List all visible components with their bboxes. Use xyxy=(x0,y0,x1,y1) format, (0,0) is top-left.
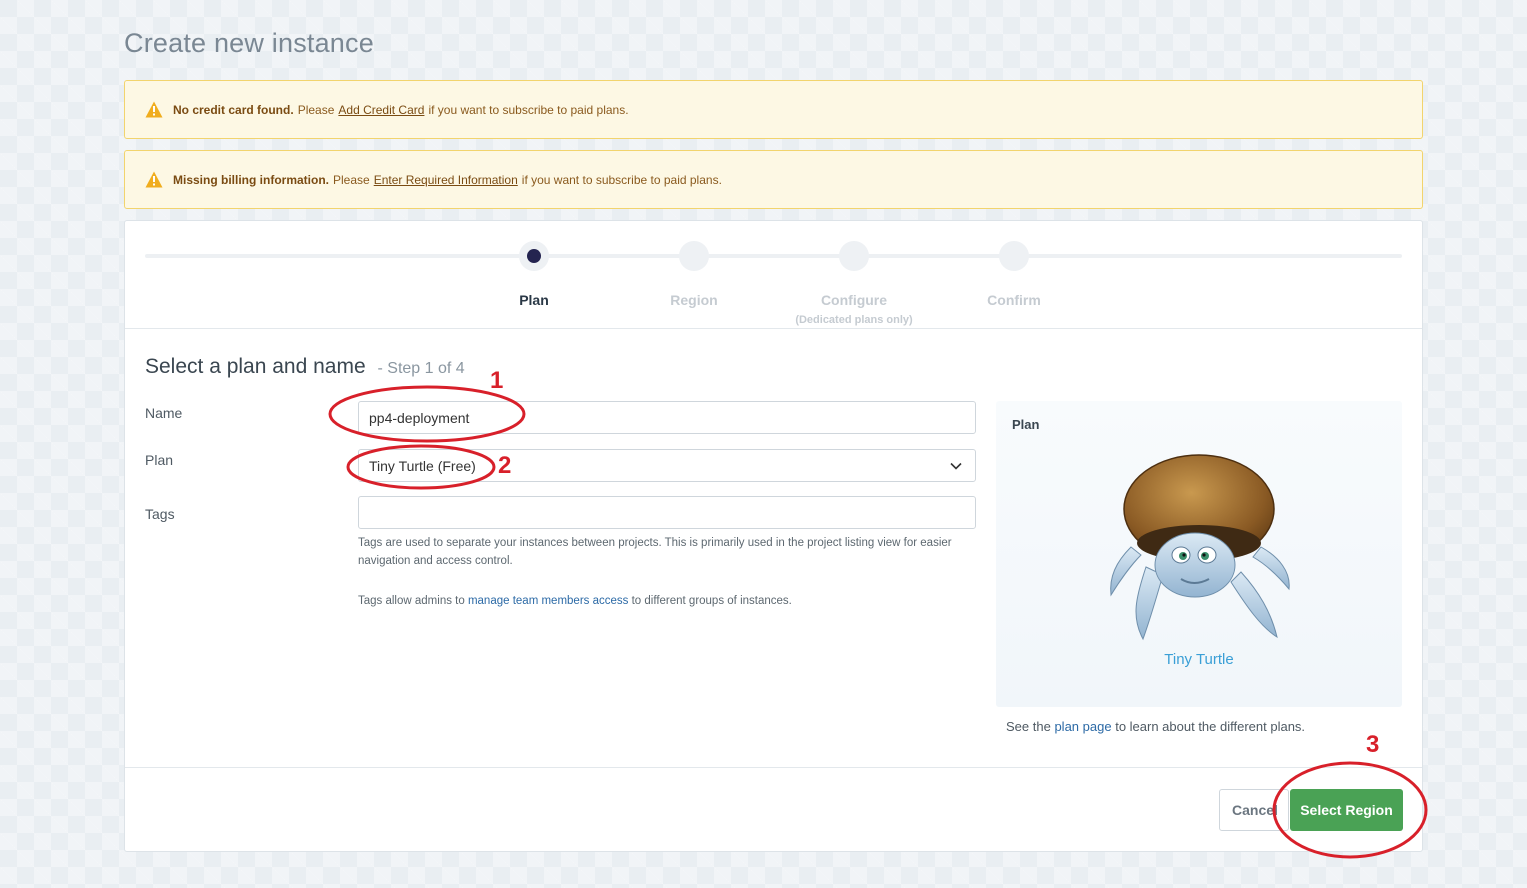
step-label: Confirm xyxy=(987,292,1041,308)
page-title: Create new instance xyxy=(124,28,374,58)
tags-admin-help: Tags allow admins to manage team members… xyxy=(358,592,968,610)
no-credit-card-alert: No credit card found. Please Add Credit … xyxy=(124,80,1423,139)
warning-icon xyxy=(145,171,163,188)
step-dot xyxy=(519,241,549,271)
step-sublabel: (Dedicated plans only) xyxy=(795,314,913,326)
plan-preview-heading: Plan xyxy=(1012,417,1040,432)
section-title-text: Select a plan and name xyxy=(145,355,366,378)
alert-pre-text: Please xyxy=(297,102,335,117)
chevron-down-icon xyxy=(950,462,962,470)
annotation-number-2: 2 xyxy=(498,452,512,479)
step-label: Configure xyxy=(820,292,888,308)
create-instance-card: Plan Region Configure (Dedicated plans o… xyxy=(124,220,1423,852)
wizard-stepper: Plan Region Configure (Dedicated plans o… xyxy=(125,221,1422,329)
plan-preview-panel: Plan Tiny Turtle xyxy=(996,401,1402,707)
section-title: Select a plan and name - Step 1 of 4 xyxy=(145,355,465,379)
stepper-track xyxy=(145,254,1402,258)
step-configure: Configure (Dedicated plans only) xyxy=(784,241,924,326)
plan-label: Plan xyxy=(145,452,174,468)
plan-note: See the plan page to learn about the dif… xyxy=(1006,719,1305,734)
select-region-button[interactable]: Select Region xyxy=(1290,789,1403,831)
add-credit-card-link[interactable]: Add Credit Card xyxy=(338,103,424,117)
plan-note-pre: See the xyxy=(1006,719,1051,734)
alert-strong-text: No credit card found. xyxy=(173,102,294,117)
warning-icon xyxy=(145,101,163,118)
name-input[interactable]: pp4-deployment xyxy=(358,401,976,434)
manage-team-members-access-link[interactable]: manage team members access xyxy=(468,595,628,607)
plan-select-value: Tiny Turtle (Free) xyxy=(369,457,476,474)
step-plan: Plan xyxy=(464,241,604,308)
name-label: Name xyxy=(145,405,183,421)
name-input-value: pp4-deployment xyxy=(369,409,470,426)
tags-help-pre: Tags allow admins to xyxy=(358,595,465,607)
step-label: Plan xyxy=(519,292,549,308)
plan-select[interactable]: Tiny Turtle (Free) xyxy=(358,449,976,482)
annotation-number-1: 1 xyxy=(490,367,504,394)
card-footer-divider xyxy=(125,767,1422,768)
tags-label: Tags xyxy=(145,506,175,522)
step-label: Region xyxy=(670,292,718,308)
cancel-button[interactable]: Cancel xyxy=(1219,789,1289,831)
step-dot xyxy=(839,241,869,271)
tiny-turtle-illustration xyxy=(1110,454,1290,641)
alert-pre-text: Please xyxy=(333,172,370,187)
plan-page-link[interactable]: plan page xyxy=(1054,719,1111,734)
annotation-number-3: 3 xyxy=(1366,731,1380,758)
missing-billing-alert: Missing billing information. Please Ente… xyxy=(124,150,1423,209)
step-dot xyxy=(679,241,709,271)
tags-help-post: to different groups of instances. xyxy=(631,595,792,607)
alert-post-text: if you want to subscribe to paid plans. xyxy=(521,172,722,187)
plan-preview-name: Tiny Turtle xyxy=(1164,651,1234,668)
alert-post-text: if you want to subscribe to paid plans. xyxy=(428,102,629,117)
tags-input[interactable] xyxy=(358,496,976,529)
step-region: Region xyxy=(624,241,764,308)
alert-strong-text: Missing billing information. xyxy=(173,172,329,187)
tags-help-text: Tags are used to separate your instances… xyxy=(358,537,952,567)
step-counter: - Step 1 of 4 xyxy=(377,360,465,377)
plan-note-post: to learn about the different plans. xyxy=(1115,719,1306,734)
enter-required-information-link[interactable]: Enter Required Information xyxy=(374,173,518,187)
step-dot xyxy=(999,241,1029,271)
step-confirm: Confirm xyxy=(944,241,1084,308)
